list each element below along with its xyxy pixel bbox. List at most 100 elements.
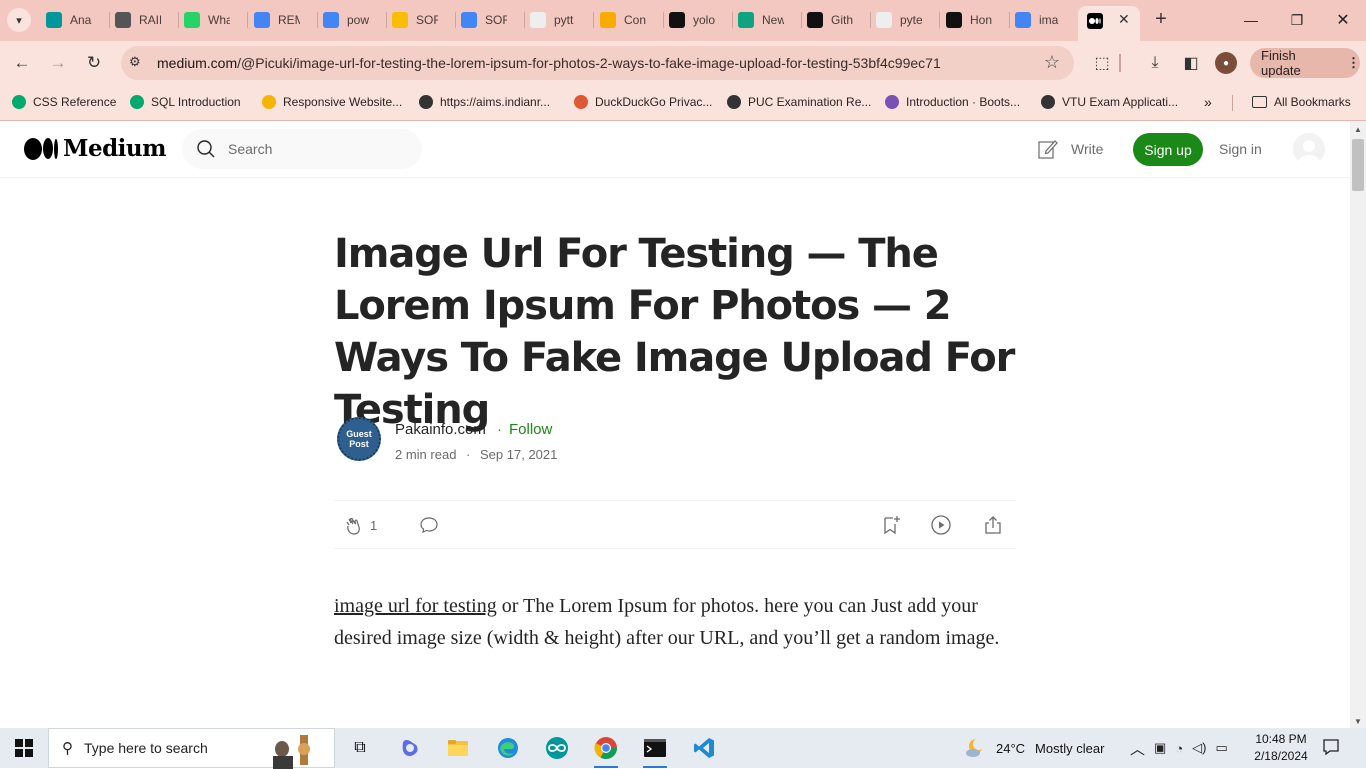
bookmark-item[interactable]: Introduction · Boots... xyxy=(885,93,1020,111)
google-icon xyxy=(1015,12,1031,28)
tab-item[interactable]: Wha xyxy=(184,8,230,32)
forward-button[interactable]: → xyxy=(46,51,70,75)
save-button[interactable] xyxy=(880,514,902,536)
scroll-down-icon[interactable]: ▼ xyxy=(1354,717,1362,726)
wifi-icon[interactable]: ◔ xyxy=(1175,741,1183,756)
tab-item[interactable]: REM xyxy=(254,8,300,32)
tab-item[interactable]: RAIN xyxy=(115,8,161,32)
bookmark-item[interactable]: https://aims.indianr... xyxy=(419,93,550,111)
tab-search-button[interactable]: ▾ xyxy=(7,8,31,32)
folder-icon xyxy=(448,740,468,756)
body-link[interactable]: image url for testing xyxy=(334,595,497,617)
user-avatar[interactable] xyxy=(1293,133,1325,165)
clap-button[interactable] xyxy=(343,514,365,536)
arduino-app[interactable] xyxy=(537,732,577,764)
scroll-up-icon[interactable]: ▲ xyxy=(1354,125,1362,134)
tab-separator xyxy=(178,12,179,28)
site-info-icon[interactable]: ⚙ xyxy=(129,54,141,70)
new-tab-button[interactable]: + xyxy=(1150,8,1172,32)
all-bookmarks-label: All Bookmarks xyxy=(1274,95,1351,109)
bootstrap-icon xyxy=(885,95,899,109)
task-view-button[interactable]: ⧉ xyxy=(340,732,380,764)
url-text[interactable]: medium.com/@Picuki/image-url-for-testing… xyxy=(157,55,941,71)
chrome-icon xyxy=(594,737,617,759)
file-explorer-app[interactable] xyxy=(438,732,478,764)
drive-icon xyxy=(392,12,408,28)
w3schools-icon xyxy=(12,95,26,109)
tab-item[interactable]: Gith xyxy=(807,8,853,32)
copilot-app[interactable] xyxy=(390,732,430,764)
scrollbar-thumb[interactable] xyxy=(1352,139,1364,191)
write-button[interactable]: Write xyxy=(1037,138,1103,160)
bookmark-item[interactable]: SQL Introduction xyxy=(130,93,241,111)
finish-update-button[interactable]: Finish update ⋮ xyxy=(1250,48,1360,78)
arrow-right-icon: → xyxy=(49,53,67,72)
follow-button[interactable]: Follow xyxy=(509,421,552,438)
tab-item[interactable]: SOF xyxy=(461,8,507,32)
tab-item[interactable]: New xyxy=(738,8,784,32)
bookmark-star-icon[interactable]: ☆ xyxy=(1044,52,1060,73)
meet-icon xyxy=(262,95,276,109)
address-bar[interactable]: ⚙ medium.com/@Picuki/image-url-for-testi… xyxy=(121,46,1074,80)
tab-item[interactable]: ima xyxy=(1015,8,1061,32)
notification-icon[interactable] xyxy=(1322,738,1340,760)
more-bookmarks-icon[interactable]: » xyxy=(1204,93,1212,111)
search-input[interactable]: Search xyxy=(182,129,422,169)
restore-button[interactable]: ❐ xyxy=(1274,6,1320,34)
weather-widget[interactable]: 24°C Mostly clear xyxy=(964,728,1104,768)
windows-icon xyxy=(15,739,33,757)
sign-in-link[interactable]: Sign in xyxy=(1219,141,1262,157)
reload-button[interactable]: ↻ xyxy=(82,51,106,75)
tab-active[interactable]: ✕ xyxy=(1078,6,1140,41)
tab-item[interactable]: SOF xyxy=(392,8,438,32)
bookmark-item[interactable]: Responsive Website... xyxy=(262,93,402,111)
back-button[interactable]: ← xyxy=(10,51,34,75)
user-icon xyxy=(1298,140,1320,165)
tab-item[interactable]: Ana xyxy=(46,8,92,32)
bookmark-item[interactable]: VTU Exam Applicati... xyxy=(1041,93,1178,111)
close-tab-icon[interactable]: ✕ xyxy=(1118,11,1130,28)
bookmark-item[interactable]: PUC Examination Re... xyxy=(727,93,871,111)
side-panel-icon[interactable]: ◧ xyxy=(1180,52,1202,74)
tab-item[interactable]: pytt xyxy=(530,8,576,32)
tab-item[interactable]: yolo xyxy=(669,8,715,32)
vscode-app[interactable] xyxy=(684,732,724,764)
author-avatar[interactable]: Guest Post xyxy=(337,417,381,461)
battery-icon[interactable]: ▭ xyxy=(1216,740,1228,756)
bookmark-label: https://aims.indianr... xyxy=(440,95,551,109)
all-bookmarks-button[interactable]: All Bookmarks xyxy=(1252,93,1351,111)
medium-logo[interactable]: Medium xyxy=(24,135,166,162)
tab-item[interactable]: Hon xyxy=(946,8,992,32)
terminal-app[interactable] xyxy=(635,732,675,768)
page-scrollbar[interactable]: ▲ ▼ xyxy=(1350,121,1366,728)
minimize-button[interactable]: — xyxy=(1228,6,1274,34)
clock[interactable]: 10:48 PM 2/18/2024 xyxy=(1250,731,1312,765)
tab-label: Ana xyxy=(70,13,92,27)
tab-item[interactable]: pyte xyxy=(876,8,922,32)
profile-avatar[interactable]: ● xyxy=(1215,52,1237,74)
download-icon[interactable]: ⤓ xyxy=(1144,52,1166,74)
share-button[interactable] xyxy=(982,514,1004,536)
sign-up-button[interactable]: Sign up xyxy=(1133,133,1203,166)
edge-app[interactable] xyxy=(488,732,528,764)
tab-item[interactable]: pow xyxy=(323,8,369,32)
volume-icon[interactable]: ◁) xyxy=(1192,740,1206,756)
close-window-button[interactable]: ✕ xyxy=(1320,6,1366,34)
weather-description: Mostly clear xyxy=(1035,740,1105,756)
taskbar-search[interactable]: ⚲ Type here to search xyxy=(48,728,335,769)
bookmark-item[interactable]: DuckDuckGo Privac... xyxy=(574,93,712,111)
tab-item[interactable]: Con xyxy=(600,8,646,32)
tab-label: RAIN xyxy=(139,13,161,27)
globe-icon xyxy=(419,95,433,109)
author-name[interactable]: Pakainfo.com xyxy=(395,421,486,438)
write-label: Write xyxy=(1071,141,1104,157)
chevron-up-icon[interactable]: ︿ xyxy=(1130,738,1145,759)
display-icon[interactable]: ▣ xyxy=(1154,740,1166,756)
chrome-app[interactable] xyxy=(586,732,626,768)
comment-button[interactable] xyxy=(418,514,440,536)
folder-icon xyxy=(1252,96,1267,108)
bookmark-item[interactable]: CSS Reference xyxy=(12,93,116,111)
extensions-icon[interactable]: ⬚ xyxy=(1091,52,1113,74)
start-button[interactable] xyxy=(0,728,48,768)
listen-button[interactable] xyxy=(930,514,952,536)
